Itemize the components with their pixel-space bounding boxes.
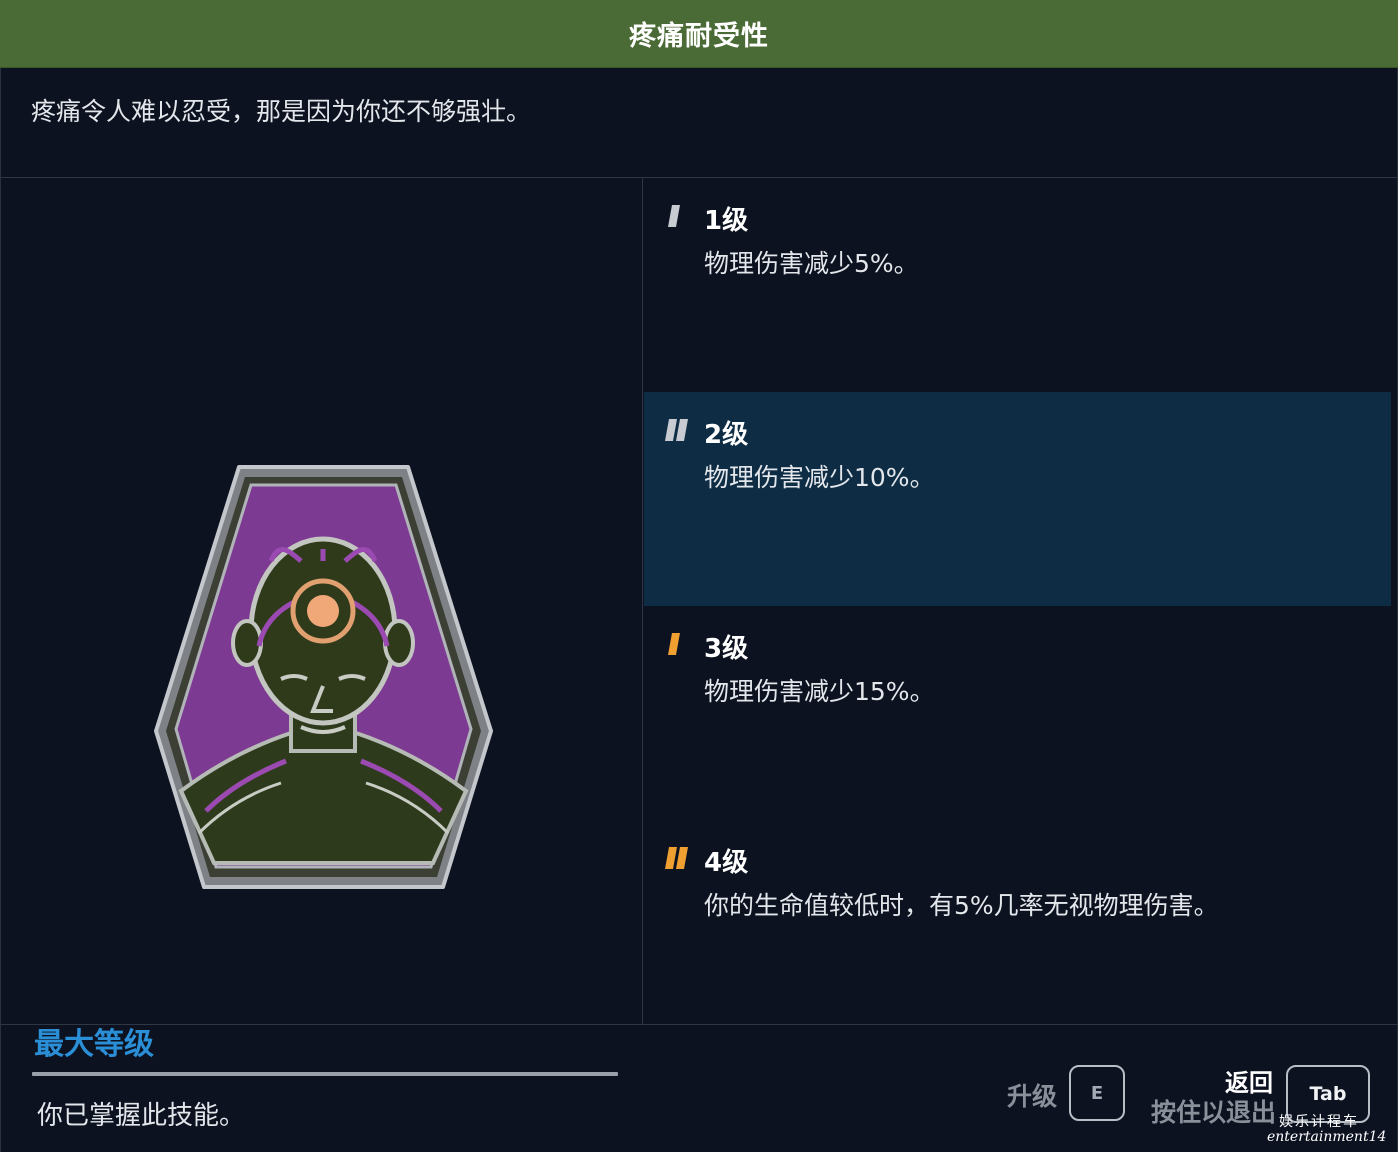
skill-levels-list: 1级 物理伤害减少5%。 2级 物理伤害减少10%。 3级 物理伤害减少15%。… [644,178,1398,1024]
level-row-3[interactable]: 3级 物理伤害减少15%。 [644,606,1391,820]
level-row-1[interactable]: 1级 物理伤害减少5%。 [644,178,1391,392]
level-name: 2级 [704,420,749,450]
tier-mark [676,419,688,441]
level-desc: 物理伤害减少10%。 [704,463,935,492]
tier-mark [665,419,677,441]
skill-description-row: 疼痛令人难以忍受，那是因为你还不够强壮。 [0,68,1398,178]
level-name: 3级 [704,634,749,664]
footer-bar: 升级 E 返回 按住以退出 Tab 娱乐计程车 entertainment14 [0,1024,1398,1152]
tier-mark [665,847,677,869]
level-name: 4级 [704,848,749,878]
level-name: 1级 [704,206,749,236]
upgrade-label: 升级 [1007,1082,1058,1111]
skill-description: 疼痛令人难以忍受，那是因为你还不够强壮。 [31,97,532,126]
level-2-marks-icon [665,419,688,441]
pain-tolerance-badge-icon [154,465,493,889]
level-desc: 物理伤害减少15%。 [704,677,935,706]
title-bar: 疼痛耐受性 [0,0,1398,68]
level-desc: 你的生命值较低时，有5%几率无视物理伤害。 [704,891,1219,920]
hold-exit-label: 按住以退出 [1151,1098,1277,1127]
level-4-marks-icon [665,847,688,869]
level-row-2[interactable]: 2级 物理伤害减少10%。 [644,392,1391,606]
tier-mark [676,847,688,869]
watermark-text: 娱乐计程车 [1279,1114,1359,1130]
tier-mark [668,633,680,655]
watermark-subtext: entertainment14 [1267,1129,1387,1145]
level-row-4[interactable]: 4级 你的生命值较低时，有5%几率无视物理伤害。 [644,820,1391,1034]
upgrade-key-button[interactable]: E [1069,1065,1125,1121]
level-3-marks-icon [668,633,680,655]
level-1-marks-icon [668,205,680,227]
level-desc: 物理伤害减少5%。 [704,249,919,278]
skill-title: 疼痛耐受性 [629,21,769,52]
tier-mark [668,205,680,227]
skill-overview-panel: 最大等级 你已掌握此技能。 [0,178,643,1131]
